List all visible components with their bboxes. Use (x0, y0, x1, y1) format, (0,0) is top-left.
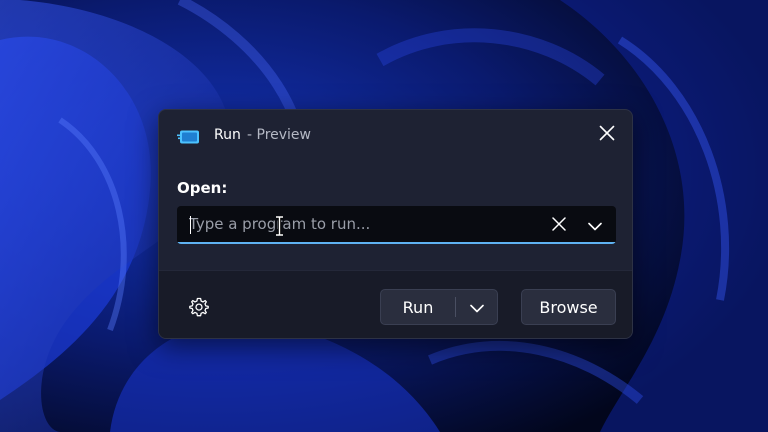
run-app-icon (177, 129, 200, 144)
open-label: Open: (177, 179, 228, 197)
run-button[interactable]: Run (381, 290, 455, 324)
dialog-footer: Run Browse (159, 270, 632, 338)
run-dialog: Run - Preview Open: Type a program to ru… (158, 109, 633, 339)
text-caret (190, 216, 191, 234)
close-icon (599, 125, 615, 145)
gear-icon (189, 297, 209, 321)
ibeam-cursor-icon (275, 215, 284, 240)
run-options-dropdown-button[interactable] (456, 290, 497, 324)
close-button[interactable] (594, 122, 620, 148)
chevron-down-icon (588, 216, 602, 235)
history-dropdown-button[interactable] (583, 213, 607, 237)
open-input[interactable] (189, 206, 529, 242)
clear-button[interactable] (547, 213, 571, 237)
title-bar: Run - Preview (159, 110, 632, 162)
input-focus-underline (177, 242, 616, 244)
window-title: Run (214, 127, 241, 143)
clear-x-icon (552, 216, 566, 235)
chevron-down-icon (469, 298, 484, 317)
window-subtitle: - Preview (247, 127, 311, 143)
run-split-button: Run (380, 289, 498, 325)
settings-button[interactable] (187, 297, 211, 321)
browse-button[interactable]: Browse (521, 289, 616, 325)
open-combobox[interactable] (177, 206, 616, 244)
